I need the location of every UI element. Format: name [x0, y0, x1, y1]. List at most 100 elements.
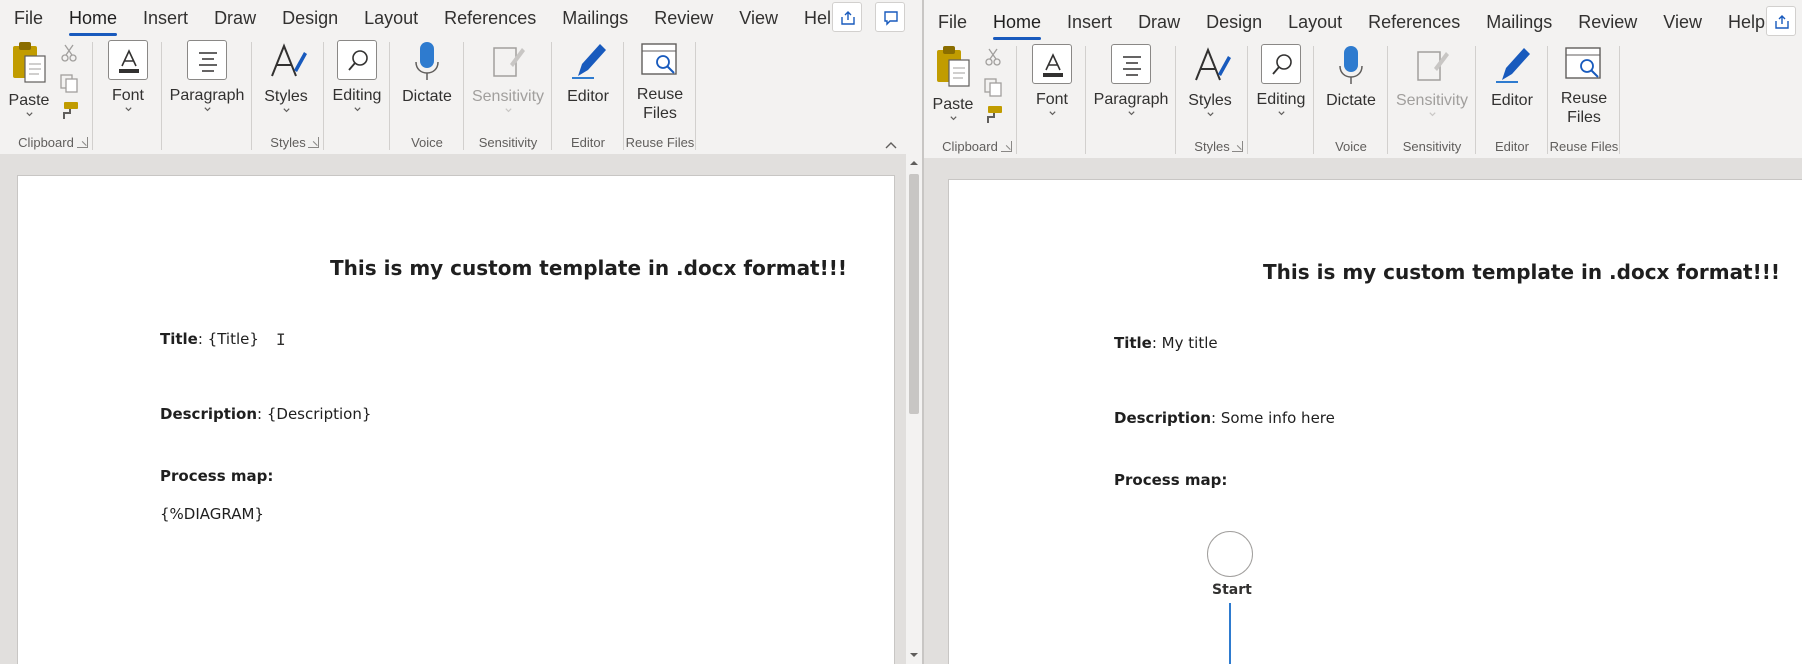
tab-mailings[interactable]: Mailings: [549, 3, 641, 33]
group-divider: [1085, 46, 1086, 154]
scrollbar-thumb[interactable]: [909, 174, 919, 414]
document-page[interactable]: This is my custom template in .docx form…: [949, 180, 1802, 664]
sensitivity-button[interactable]: Sensitivity: [1393, 44, 1471, 119]
paragraph-label: Paragraph: [169, 87, 245, 104]
cut-icon[interactable]: [982, 46, 1004, 68]
reuse-files-button[interactable]: Reuse Files: [629, 40, 691, 123]
reuse-files-label-line1: Reuse: [1560, 90, 1608, 107]
tab-references[interactable]: References: [1355, 7, 1473, 37]
tab-layout[interactable]: Layout: [351, 3, 431, 33]
tab-file[interactable]: File: [924, 7, 980, 37]
group-divider: [1175, 46, 1176, 154]
paste-label: Paste: [8, 92, 50, 109]
tab-view[interactable]: View: [726, 3, 791, 33]
styles-button[interactable]: Styles: [1183, 44, 1237, 119]
share-button[interactable]: [832, 2, 862, 32]
dictate-label: Dictate: [402, 88, 452, 105]
tab-review[interactable]: Review: [1565, 7, 1650, 37]
font-button[interactable]: Font: [103, 40, 153, 114]
vertical-scrollbar[interactable]: [905, 154, 922, 664]
font-icon: [1032, 44, 1072, 84]
format-painter-icon[interactable]: [58, 100, 80, 122]
process-map-label: Process map:: [1114, 471, 1228, 489]
format-painter-icon[interactable]: [982, 104, 1004, 126]
font-button[interactable]: Font: [1027, 44, 1077, 118]
group-divider: [323, 42, 324, 150]
clipboard-group: Paste Clipboard: [924, 40, 1016, 158]
sensitivity-label: Sensitivity: [1395, 92, 1469, 109]
sensitivity-group-label: Sensitivity: [1402, 139, 1462, 154]
paragraph-icon: [187, 40, 227, 80]
tab-insert[interactable]: Insert: [1054, 7, 1125, 37]
editing-button[interactable]: Editing: [327, 40, 387, 114]
reuse-files-group-label: Reuse Files: [1549, 139, 1619, 154]
tab-review[interactable]: Review: [641, 3, 726, 33]
flow-connector: [1229, 603, 1231, 664]
process-map-label: Process map:: [160, 467, 274, 485]
ribbon: Paste Clipboard Font Paragraph Styles St…: [924, 40, 1802, 158]
tab-insert[interactable]: Insert: [130, 3, 201, 33]
sensitivity-group: Sensitivity Sensitivity: [1389, 40, 1475, 158]
tab-draw[interactable]: Draw: [1125, 7, 1193, 37]
ribbon: Paste Clipboard Font Paragraph Styles St…: [0, 36, 922, 154]
styles-group: Styles Styles: [253, 36, 323, 154]
tab-design[interactable]: Design: [1193, 7, 1275, 37]
clipboard-group: Paste Clipboard: [0, 36, 92, 154]
document-heading: This is my custom template in .docx form…: [330, 256, 847, 280]
dictate-button[interactable]: Dictate: [1319, 44, 1383, 110]
group-divider: [251, 42, 252, 150]
document-page[interactable]: This is my custom template in .docx form…: [18, 176, 894, 664]
share-button[interactable]: [1766, 6, 1796, 36]
scroll-down-arrow-icon[interactable]: [909, 650, 919, 660]
collapse-ribbon-icon[interactable]: [884, 140, 898, 150]
paragraph-button[interactable]: Paragraph: [165, 40, 249, 114]
reuse-files-icon: [1565, 47, 1601, 79]
tab-home[interactable]: Home: [56, 3, 130, 36]
group-divider: [623, 42, 624, 150]
tab-home[interactable]: Home: [980, 7, 1054, 40]
tab-view[interactable]: View: [1650, 7, 1715, 37]
paragraph-button[interactable]: Paragraph: [1089, 44, 1173, 118]
clipboard-dialog-launcher[interactable]: [1001, 141, 1012, 152]
tab-layout[interactable]: Layout: [1275, 7, 1355, 37]
group-divider: [1387, 46, 1388, 154]
tab-references[interactable]: References: [431, 3, 549, 33]
group-divider: [695, 42, 696, 150]
dictate-button[interactable]: Dictate: [395, 40, 459, 106]
chevron-down-icon: [504, 108, 512, 113]
editing-button[interactable]: Editing: [1251, 44, 1311, 118]
paste-button[interactable]: Paste: [4, 40, 54, 119]
styles-dialog-launcher[interactable]: [308, 137, 319, 148]
document-canvas: This is my custom template in .docx form…: [924, 158, 1802, 664]
microphone-icon: [415, 42, 439, 80]
tab-design[interactable]: Design: [269, 3, 351, 33]
chevron-down-icon: [1206, 112, 1214, 117]
scroll-up-arrow-icon[interactable]: [909, 158, 919, 168]
tab-file[interactable]: File: [0, 3, 56, 33]
tab-mailings[interactable]: Mailings: [1473, 7, 1565, 37]
styles-button[interactable]: Styles: [259, 40, 313, 115]
chevron-down-icon: [25, 112, 33, 117]
reuse-files-button[interactable]: Reuse Files: [1553, 44, 1615, 127]
title-value: : My title: [1151, 334, 1218, 352]
styles-dialog-launcher[interactable]: [1232, 141, 1243, 152]
copy-icon[interactable]: [58, 72, 80, 94]
editor-button[interactable]: Editor: [559, 40, 617, 106]
editor-button[interactable]: Editor: [1483, 44, 1541, 110]
tab-draw[interactable]: Draw: [201, 3, 269, 33]
reuse-files-group: Reuse Files Reuse Files: [625, 36, 695, 154]
diagram-placeholder: {%DIAGRAM}: [160, 505, 264, 523]
group-divider: [1547, 46, 1548, 154]
paragraph-label: Paragraph: [1093, 91, 1169, 108]
editing-group: Editing: [325, 36, 389, 154]
sensitivity-label: Sensitivity: [471, 88, 545, 105]
sensitivity-button[interactable]: Sensitivity: [469, 40, 547, 115]
description-value: : Some info here: [1211, 409, 1335, 427]
cut-icon[interactable]: [58, 42, 80, 64]
paste-button[interactable]: Paste: [928, 44, 978, 123]
copy-icon[interactable]: [982, 76, 1004, 98]
ribbon-tab-bar: File Home Insert Draw Design Layout Refe…: [0, 0, 922, 36]
comments-button[interactable]: [875, 2, 905, 32]
start-node[interactable]: [1207, 531, 1253, 577]
clipboard-dialog-launcher[interactable]: [77, 137, 88, 148]
